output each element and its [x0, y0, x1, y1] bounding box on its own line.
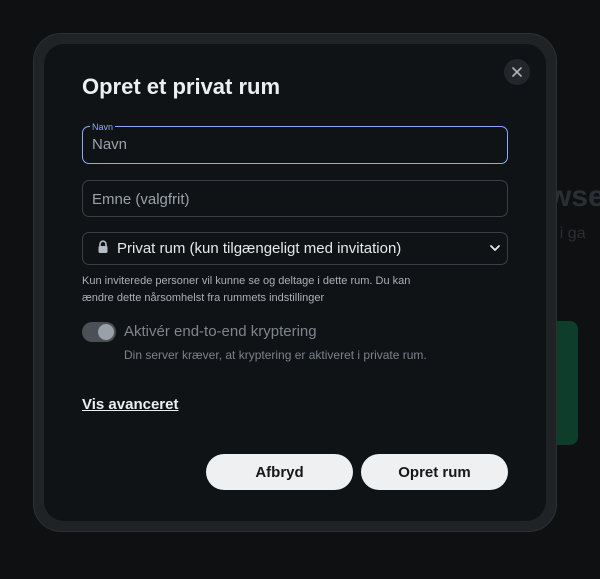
visibility-select-value: Privat rum (kun tilgængeligt med invitat… — [117, 240, 402, 257]
show-advanced-link[interactable]: Vis avanceret — [82, 396, 178, 413]
chevron-down-icon — [490, 245, 500, 251]
topic-input-placeholder: Emne (valgfrit) — [92, 191, 190, 208]
name-input[interactable] — [82, 126, 508, 164]
lock-icon — [98, 240, 108, 253]
toggle-knob — [98, 324, 114, 340]
name-input-value: Navn — [92, 136, 128, 153]
encryption-toggle[interactable] — [82, 322, 116, 342]
encryption-toggle-label: Aktivér end-to-end kryptering — [124, 323, 317, 340]
dialog-title: Opret et privat rum — [82, 74, 281, 99]
encryption-description: Din server kræver, at kryptering er akti… — [124, 348, 427, 362]
close-icon — [512, 67, 522, 77]
create-room-button[interactable]: Opret rum — [361, 454, 508, 490]
visibility-help-text: Kun inviterede personer vil kunne se og … — [82, 275, 411, 304]
name-field-label: Navn — [90, 122, 116, 132]
cancel-button[interactable]: Afbryd — [206, 454, 353, 490]
close-button[interactable] — [504, 59, 530, 85]
